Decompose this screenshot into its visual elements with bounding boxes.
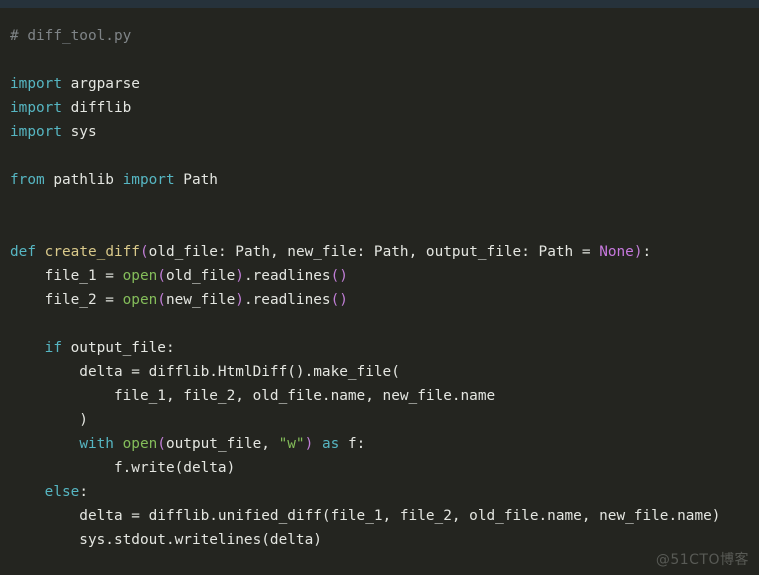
code-token-kw: import <box>10 100 62 116</box>
code-token-plain: Path <box>174 172 218 188</box>
code-token-plain: new_file <box>165 292 236 308</box>
code-token-punc: ) <box>304 436 314 452</box>
code-token-punc: ( <box>157 292 166 308</box>
code-line: file_1 = open(old_file).readlines() <box>10 264 720 288</box>
code-token-kw: as <box>321 436 340 452</box>
code-token-builtin: open <box>122 292 158 308</box>
code-token-plain: file_2 = <box>10 292 123 308</box>
code-token-plain: ) <box>10 412 88 428</box>
code-token-kw: if <box>44 340 62 356</box>
code-token-plain: output_file: <box>61 340 175 356</box>
code-token-kw: import <box>122 172 175 188</box>
code-token-plain: sys <box>61 124 97 140</box>
code-token-plain: old_file <box>165 268 236 284</box>
code-line: import sys <box>10 120 720 144</box>
code-token-plain: f: <box>339 436 366 452</box>
code-line: import difflib <box>10 96 720 120</box>
code-line: def create_diff(old_file: Path, new_file… <box>10 240 720 264</box>
code-token-punc: ( <box>157 436 166 452</box>
code-editor-surface[interactable]: # diff_tool.py import argparse import dif… <box>0 8 759 575</box>
code-line: delta = difflib.unified_diff(file_1, fil… <box>10 504 720 528</box>
code-viewer-window: # diff_tool.py import argparse import dif… <box>0 0 759 575</box>
code-line: ) <box>10 408 720 432</box>
code-token-plain: : <box>79 484 88 500</box>
code-token-kw: with <box>79 436 114 452</box>
code-line: sys.stdout.writelines(delta) <box>10 528 720 552</box>
code-line: f.write(delta) <box>10 456 720 480</box>
code-token-builtin: open <box>122 268 158 284</box>
code-line: import argparse <box>10 72 720 96</box>
code-token-plain: delta = difflib.unified_diff(file_1, fil… <box>10 508 721 524</box>
code-token-kw: import <box>10 124 62 140</box>
code-token-fn: create_diff <box>44 244 140 260</box>
code-token-punc: ( <box>157 268 166 284</box>
code-token-kw: def <box>10 244 36 260</box>
code-token-const: None <box>599 244 634 260</box>
code-token-plain: : <box>642 244 652 260</box>
code-token-plain: f.write(delta) <box>10 460 236 476</box>
code-token-plain: pathlib <box>44 172 123 188</box>
code-token-punc: () <box>330 292 348 308</box>
code-token-kw: import <box>10 76 62 92</box>
code-token-plain: sys.stdout.writelines(delta) <box>10 532 322 548</box>
code-token-punc: ) <box>235 292 244 308</box>
code-line: with open(output_file, "w") as f: <box>10 432 720 456</box>
code-token-builtin: open <box>122 436 158 452</box>
code-token-plain: file_1, file_2, old_file.name, new_file.… <box>10 388 496 404</box>
code-token-plain: difflib <box>61 100 132 116</box>
code-token-plain: output_file, <box>165 436 279 452</box>
source-code-block[interactable]: # diff_tool.py import argparse import dif… <box>10 24 720 552</box>
code-token-kw: else <box>44 484 80 500</box>
code-line: delta = difflib.HtmlDiff().make_file( <box>10 360 720 384</box>
code-line: if output_file: <box>10 336 720 360</box>
code-token-punc: ) <box>633 244 643 260</box>
code-token-plain: old_file: Path, new_file: Path, output_f… <box>148 244 600 260</box>
code-token-plain: .readlines <box>243 268 331 284</box>
code-token-plain: file_1 = <box>10 268 123 284</box>
site-watermark: @51CTO博客 <box>655 552 749 568</box>
code-token-punc: () <box>330 268 348 284</box>
code-line: # diff_tool.py <box>10 24 720 48</box>
code-token-kw: from <box>10 172 45 188</box>
code-token-plain: delta = difflib.HtmlDiff().make_file( <box>10 364 400 380</box>
code-line: file_2 = open(new_file).readlines() <box>10 288 720 312</box>
code-line: file_1, file_2, old_file.name, new_file.… <box>10 384 720 408</box>
code-line: else: <box>10 480 720 504</box>
code-token-comment: # diff_tool.py <box>10 28 132 44</box>
code-token-plain: argparse <box>61 76 140 92</box>
window-titlebar <box>0 0 759 8</box>
code-token-str: "w" <box>278 436 305 452</box>
code-token-plain: .readlines <box>243 292 331 308</box>
code-token-punc: ) <box>235 268 244 284</box>
code-line: from pathlib import Path <box>10 168 720 192</box>
code-token-punc: ( <box>139 244 149 260</box>
